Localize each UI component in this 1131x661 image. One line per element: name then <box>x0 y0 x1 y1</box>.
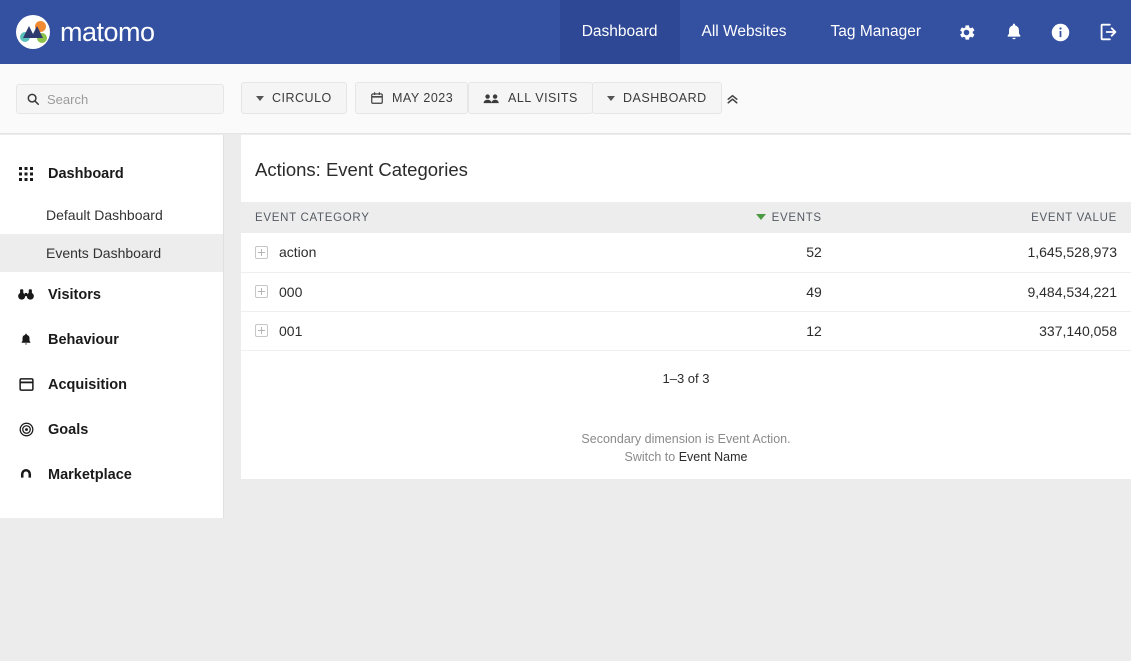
event-category-label: 000 <box>279 283 303 300</box>
cell-event-value: 9,484,534,221 <box>835 272 1131 312</box>
switch-dimension-link[interactable]: Event Name <box>679 450 748 464</box>
sidebar-item-default-dashboard[interactable]: Default Dashboard <box>0 196 223 234</box>
segment-selector[interactable]: ALL VISITS <box>468 82 593 114</box>
site-selector[interactable]: CIRCULO <box>241 82 347 114</box>
double-chevron-up-icon <box>726 94 738 104</box>
sidebar-item-marketplace[interactable]: Marketplace <box>0 452 223 497</box>
table-row[interactable]: action 52 1,645,528,973 <box>241 233 1131 273</box>
marketplace-icon <box>18 468 34 482</box>
date-selector-label: MAY 2023 <box>392 91 454 105</box>
page-title: Actions: Event Categories <box>255 159 468 180</box>
caret-down-icon <box>256 95 264 101</box>
column-header-events[interactable]: EVENTS <box>599 202 836 233</box>
plus-square-icon[interactable] <box>255 245 268 259</box>
nav-link-dashboard[interactable]: Dashboard <box>559 0 680 64</box>
binoculars-icon <box>18 288 34 301</box>
nav-icon-group <box>943 0 1131 64</box>
sidebar-item-acquisition[interactable]: Acquisition <box>0 362 223 407</box>
table-head: EVENT CATEGORY EVENTS EVENT VALUE <box>241 202 1131 233</box>
sidebar-item-behaviour[interactable]: Behaviour <box>0 317 223 362</box>
pagination-label: 1–3 of 3 <box>662 370 710 386</box>
sidebar-item-label: Marketplace <box>48 466 132 483</box>
sidebar-item-dashboard[interactable]: Dashboard <box>0 151 223 196</box>
logout-icon[interactable] <box>1084 0 1131 64</box>
sidebar-item-visitors[interactable]: Visitors <box>0 272 223 317</box>
report-panel: Actions: Event Categories EVENT CATEGORY… <box>241 135 1131 479</box>
cell-event-value: 337,140,058 <box>835 311 1131 351</box>
cell-event-category: 000 <box>241 272 600 312</box>
bell-icon[interactable] <box>990 0 1037 64</box>
sort-desc-icon <box>755 214 766 221</box>
event-category-label: action <box>279 244 317 261</box>
sidebar-item-label: Events Dashboard <box>46 245 162 261</box>
segment-selector-label: ALL VISITS <box>508 91 578 105</box>
event-categories-table: EVENT CATEGORY EVENTS EVENT VALUE action… <box>241 202 1131 351</box>
target-icon <box>18 422 34 437</box>
search-box[interactable] <box>16 84 224 114</box>
collapse-button[interactable] <box>718 84 746 112</box>
calendar-icon <box>371 92 383 104</box>
search-input[interactable] <box>47 91 214 107</box>
brand-name: matomo <box>60 16 155 47</box>
secondary-dimension-text: Secondary dimension is Event Action. <box>581 431 791 446</box>
sidebar-item-events-dashboard[interactable]: Events Dashboard <box>0 234 223 272</box>
nav-link-tag-manager[interactable]: Tag Manager <box>809 0 943 64</box>
cell-events: 49 <box>599 272 836 312</box>
bell-icon <box>18 332 34 347</box>
switch-dimension-row: Switch to Event Name <box>241 448 1131 466</box>
caret-down-icon <box>607 95 615 101</box>
top-navigation-bar: matomo Dashboard All Websites Tag Manage… <box>0 0 1131 64</box>
gear-icon[interactable] <box>943 0 990 64</box>
cell-event-category: action <box>241 233 600 273</box>
event-category-label: 001 <box>279 322 303 339</box>
grid-icon <box>18 166 34 181</box>
window-icon <box>18 377 34 392</box>
sidebar-item-label: Acquisition <box>48 376 127 393</box>
column-header-event-value[interactable]: EVENT VALUE <box>835 202 1131 233</box>
sidebar-item-label: Default Dashboard <box>46 207 163 223</box>
table-header-row: EVENT CATEGORY EVENTS EVENT VALUE <box>241 202 1131 233</box>
plus-square-icon[interactable] <box>255 324 268 337</box>
cell-event-value: 1,645,528,973 <box>835 233 1131 273</box>
table-row[interactable]: 000 49 9,484,534,221 <box>241 272 1131 312</box>
sidebar-item-label: Behaviour <box>48 331 119 348</box>
widget-selector-label: DASHBOARD <box>623 91 707 105</box>
table-footnote: Secondary dimension is Event Action. Swi… <box>241 386 1131 466</box>
sidebar: Dashboard Default Dashboard Events Dashb… <box>0 135 224 518</box>
table-row[interactable]: 001 12 337,140,058 <box>241 311 1131 351</box>
search-icon <box>27 93 40 106</box>
widget-selector[interactable]: DASHBOARD <box>592 82 722 114</box>
users-icon <box>483 93 499 103</box>
sidebar-item-label: Visitors <box>48 286 101 303</box>
switch-prefix: Switch to <box>624 449 679 464</box>
column-header-events-label: EVENTS <box>771 211 822 224</box>
table-body: action 52 1,645,528,973 000 49 9,484,534… <box>241 233 1131 351</box>
cell-events: 52 <box>599 233 836 273</box>
sidebar-item-label: Dashboard <box>48 165 124 182</box>
logo-m-shape <box>23 26 43 38</box>
nav-links: Dashboard All Websites Tag Manager <box>559 0 943 64</box>
sidebar-item-goals[interactable]: Goals <box>0 407 223 452</box>
site-selector-label: CIRCULO <box>272 91 332 105</box>
sidebar-item-label: Goals <box>48 421 89 438</box>
date-selector[interactable]: MAY 2023 <box>355 82 469 114</box>
info-icon[interactable] <box>1037 0 1084 64</box>
matomo-logo-icon <box>16 15 50 49</box>
brand-logo[interactable]: matomo <box>0 0 155 64</box>
column-header-event-category[interactable]: EVENT CATEGORY <box>241 202 600 233</box>
plus-square-icon[interactable] <box>255 285 268 298</box>
cell-event-category: 001 <box>241 311 600 351</box>
nav-link-all-websites[interactable]: All Websites <box>680 0 809 64</box>
cell-events: 12 <box>599 311 836 351</box>
